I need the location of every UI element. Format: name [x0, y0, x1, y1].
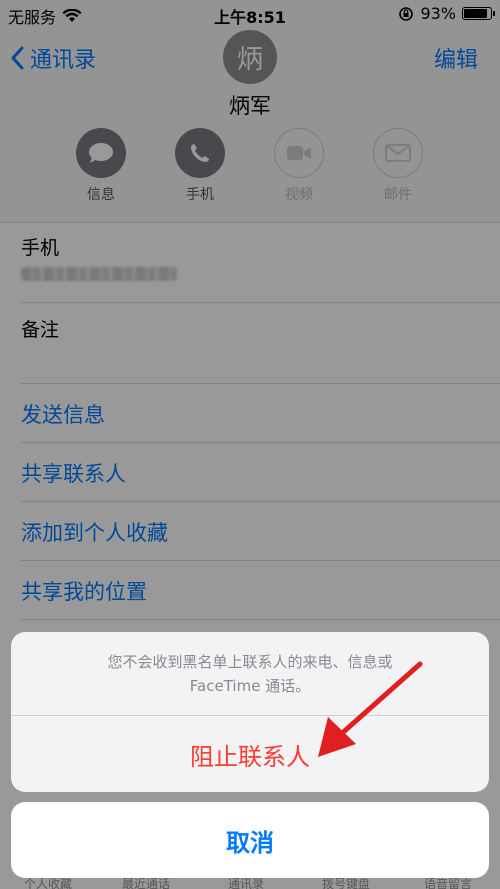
action-sheet-message: 您不会收到黑名单上联系人的来电、信息或 FaceTime 通话。	[31, 650, 469, 698]
block-contact-action-sheet: 您不会收到黑名单上联系人的来电、信息或 FaceTime 通话。 阻止联系人	[11, 632, 489, 792]
cancel-button[interactable]: 取消	[11, 802, 489, 878]
action-sheet-message-line2: FaceTime 通话。	[189, 677, 311, 695]
action-sheet-message-line1: 您不会收到黑名单上联系人的来电、信息或	[107, 653, 393, 671]
block-contact-button[interactable]: 阻止联系人	[11, 716, 489, 792]
